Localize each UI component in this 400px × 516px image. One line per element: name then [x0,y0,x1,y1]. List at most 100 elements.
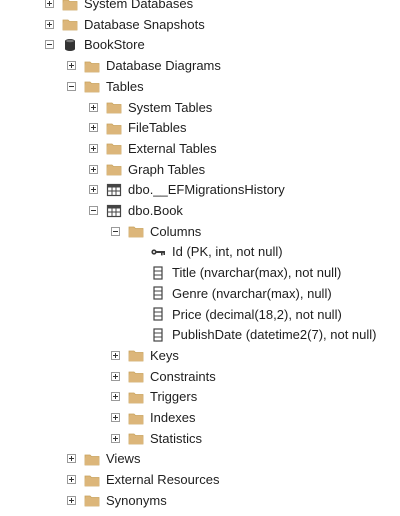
folder-icon [128,411,144,425]
tree-node-views[interactable]: Views [67,448,140,469]
tree-node-filetables[interactable]: FileTables [89,117,187,138]
folder-icon [106,162,122,176]
folder-icon [128,348,144,362]
folder-icon [128,390,144,404]
tree-node-external-resources[interactable]: External Resources [67,469,219,490]
expand-icon[interactable] [89,164,98,174]
folder-icon [84,473,100,487]
tree-node-constraints[interactable]: Constraints [111,366,216,387]
folder-icon [128,369,144,383]
tree-node-label: Database Snapshots [84,16,205,32]
tree-node-label: External Tables [128,140,217,156]
folder-icon [84,59,100,73]
tree-node-label: System Tables [128,99,213,115]
expand-icon[interactable] [111,433,120,443]
folder-icon [84,452,100,466]
tree-node-genre-nvarchar-max-null[interactable]: Genre (nvarchar(max), null) [133,283,332,304]
column-icon [150,307,166,321]
tree-node-database-snapshots[interactable]: Database Snapshots [45,14,205,35]
tree-node-label: Triggers [150,389,198,405]
tree-node-label: Id (PK, int, not null) [172,244,283,260]
tree-node-external-tables[interactable]: External Tables [89,138,217,159]
folder-icon [84,79,100,93]
tree-node-label: Tables [106,78,144,94]
expand-icon[interactable] [67,495,76,505]
column-icon [150,265,166,280]
expand-icon[interactable] [111,392,120,402]
tree-node-bookstore[interactable]: BookStore [45,34,145,55]
tree-node-title-nvarchar-max-not-null[interactable]: Title (nvarchar(max), not null) [133,262,341,283]
tree-node-label: Views [106,451,141,467]
tree-node-label: PublishDate (datetime2(7), not null) [172,327,377,343]
tree-node-label: Price (decimal(18,2), not null) [172,306,342,322]
tree-node-label: System Databases [84,0,194,11]
tree-node-publishdate-datetime2-7-not-null[interactable]: PublishDate (datetime2(7), not null) [133,324,377,345]
expand-icon[interactable] [89,185,98,195]
folder-icon [128,431,144,445]
tree-node-id-pk-int-not-null[interactable]: Id (PK, int, not null) [133,241,283,262]
tree-node-label: FileTables [128,120,187,136]
expand-icon[interactable] [67,61,76,71]
tree-node-dbo-book[interactable]: dbo.Book [89,200,183,221]
column-icon [150,328,166,342]
folder-icon [62,0,78,11]
folder-icon [128,224,144,238]
tree-node-synonyms[interactable]: Synonyms [67,490,167,511]
tree-node-label: Synonyms [106,492,167,508]
tree-node-database-diagrams[interactable]: Database Diagrams [67,55,221,76]
tree-node-system-databases[interactable]: System Databases [45,0,193,14]
folder-icon [106,100,122,114]
collapse-icon[interactable] [45,40,54,50]
table-icon [106,204,122,218]
column-icon [150,286,166,300]
tree-node-label: dbo.Book [128,203,183,218]
tree-node-columns[interactable]: Columns [111,221,201,242]
tree-node-label: External Resources [106,472,220,488]
object-explorer-tree: System Databases Database Snapshots BookSt… [0,0,400,516]
table-icon [106,183,122,197]
tree-node-label: Title (nvarchar(max), not null) [172,265,342,281]
tree-node-label: Keys [150,347,179,363]
tree-node-label: Genre (nvarchar(max), null) [172,285,332,301]
tree-node-indexes[interactable]: Indexes [111,407,196,428]
folder-icon [84,493,100,507]
tree-node-statistics[interactable]: Statistics [111,428,202,449]
tree-node-label: Columns [150,223,202,239]
key-icon [150,245,166,259]
expand-icon[interactable] [111,350,120,360]
folder-icon [62,17,78,31]
folder-icon [106,141,122,155]
expand-icon[interactable] [45,19,54,29]
collapse-icon[interactable] [111,226,120,236]
tree-node-tables[interactable]: Tables [67,76,144,97]
expand-icon[interactable] [111,413,120,422]
tree-node-label: BookStore [84,37,145,53]
tree-node-label: Graph Tables [128,161,206,177]
tree-node-dbo-efmigrationshistory[interactable]: dbo.__EFMigrationsHistory [89,179,285,200]
tree-node-label: Indexes [150,410,196,425]
tree-node-label: Constraints [150,368,216,384]
expand-icon[interactable] [67,454,76,464]
tree-node-system-tables[interactable]: System Tables [89,97,212,118]
expand-icon[interactable] [89,123,98,133]
tree-node-keys[interactable]: Keys [111,345,179,366]
tree-node-graph-tables[interactable]: Graph Tables [89,159,205,180]
expand-icon[interactable] [111,371,120,381]
tree-node-triggers[interactable]: Triggers [111,386,197,407]
tree-node-label: Database Diagrams [106,58,221,74]
tree-node-label: dbo.__EFMigrationsHistory [128,182,285,198]
expand-icon[interactable] [89,102,98,112]
expand-icon[interactable] [89,143,98,153]
tree-node-label: Statistics [150,430,203,446]
collapse-icon[interactable] [89,206,98,215]
tree-node-price-decimal-18-2-not-null[interactable]: Price (decimal(18,2), not null) [133,304,342,325]
expand-icon[interactable] [67,475,76,485]
database-icon [62,38,78,52]
expand-icon[interactable] [45,0,54,8]
collapse-icon[interactable] [67,81,76,91]
